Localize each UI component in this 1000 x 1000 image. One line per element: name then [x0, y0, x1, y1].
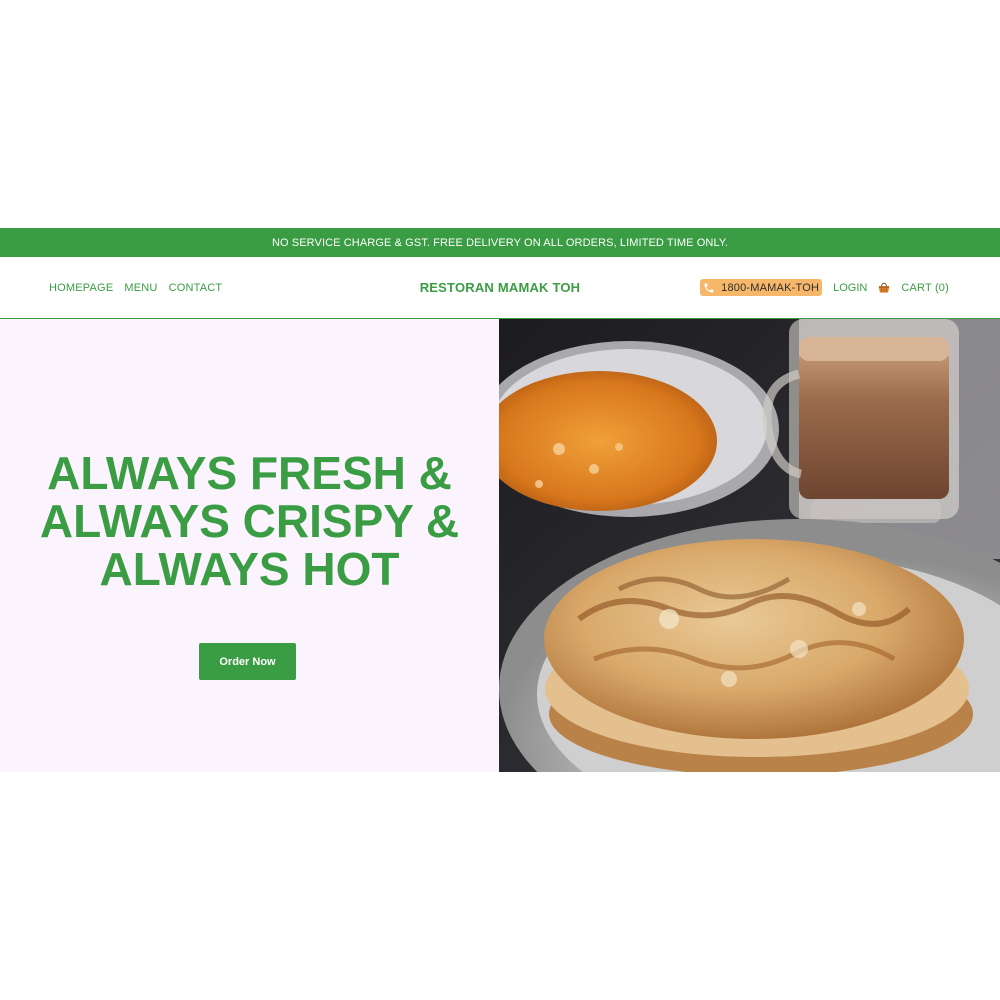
nav-link-contact[interactable]: CONTACT	[169, 282, 223, 294]
main-nav: HOMEPAGE MENU CONTACT RESTORAN MAMAK TOH…	[0, 257, 1000, 319]
hero-headline-line-3: ALWAYS HOT	[99, 543, 400, 595]
hero-text-panel: ALWAYS FRESH & ALWAYS CRISPY & ALWAYS HO…	[0, 319, 499, 772]
hero-photo	[499, 319, 1000, 772]
brand-logo-text[interactable]: RESTORAN MAMAK TOH	[420, 280, 581, 295]
phone-number: 1800-MAMAK-TOH	[721, 281, 820, 294]
hero-headline-line-2: ALWAYS CRISPY &	[39, 495, 460, 547]
promo-banner-text: NO SERVICE CHARGE & GST. FREE DELIVERY O…	[271, 236, 729, 249]
order-now-button[interactable]: Order Now	[199, 643, 296, 680]
hero-headline: ALWAYS FRESH & ALWAYS CRISPY & ALWAYS HO…	[0, 449, 499, 593]
phone-icon	[704, 283, 714, 292]
cart-link[interactable]: CART (0)	[901, 282, 949, 294]
basket-icon[interactable]	[877, 281, 891, 295]
login-link[interactable]: LOGIN	[833, 282, 867, 294]
nav-links: HOMEPAGE MENU CONTACT	[49, 257, 233, 318]
roti-canai-teh-tarik-photo	[499, 319, 1000, 772]
nav-link-homepage[interactable]: HOMEPAGE	[49, 282, 113, 294]
hero-headline-line-1: ALWAYS FRESH &	[47, 447, 452, 499]
promo-banner: NO SERVICE CHARGE & GST. FREE DELIVERY O…	[0, 228, 1000, 257]
phone-button[interactable]: 1800-MAMAK-TOH	[700, 279, 823, 296]
nav-actions: 1800-MAMAK-TOH LOGIN CART (0)	[700, 257, 949, 318]
nav-link-menu[interactable]: MENU	[124, 282, 157, 294]
